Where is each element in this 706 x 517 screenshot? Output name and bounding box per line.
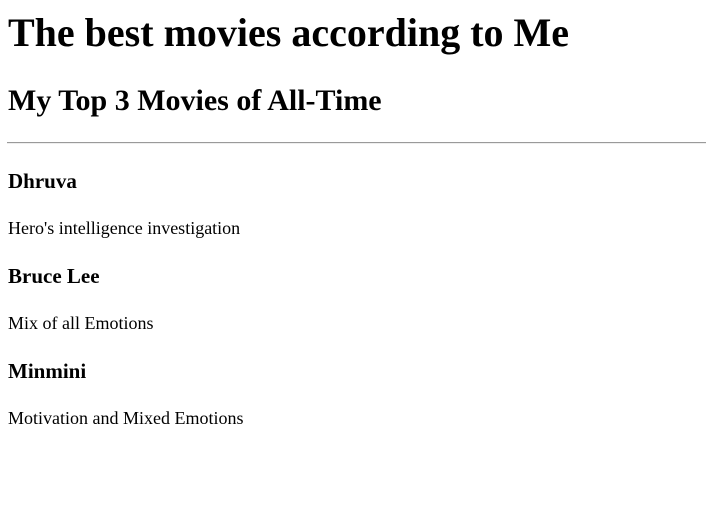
- movie-title: Bruce Lee: [8, 264, 100, 288]
- divider: [7, 142, 706, 144]
- page-title: The best movies according to Me: [8, 10, 570, 55]
- movie-description: Motivation and Mixed Emotions: [8, 408, 244, 428]
- movie-item: Minmini Motivation and Mixed Emotions: [8, 359, 698, 429]
- movie-title: Dhruva: [8, 169, 77, 193]
- page-subtitle: My Top 3 Movies of All-Time: [8, 84, 382, 117]
- movie-title: Minmini: [8, 359, 87, 383]
- movie-description: Mix of all Emotions: [8, 313, 154, 333]
- movie-item: Dhruva Hero's intelligence investigation: [8, 169, 698, 239]
- page-content: The best movies according to Me My Top 3…: [0, 10, 706, 429]
- movie-item: Bruce Lee Mix of all Emotions: [8, 264, 698, 334]
- movie-description: Hero's intelligence investigation: [8, 218, 241, 238]
